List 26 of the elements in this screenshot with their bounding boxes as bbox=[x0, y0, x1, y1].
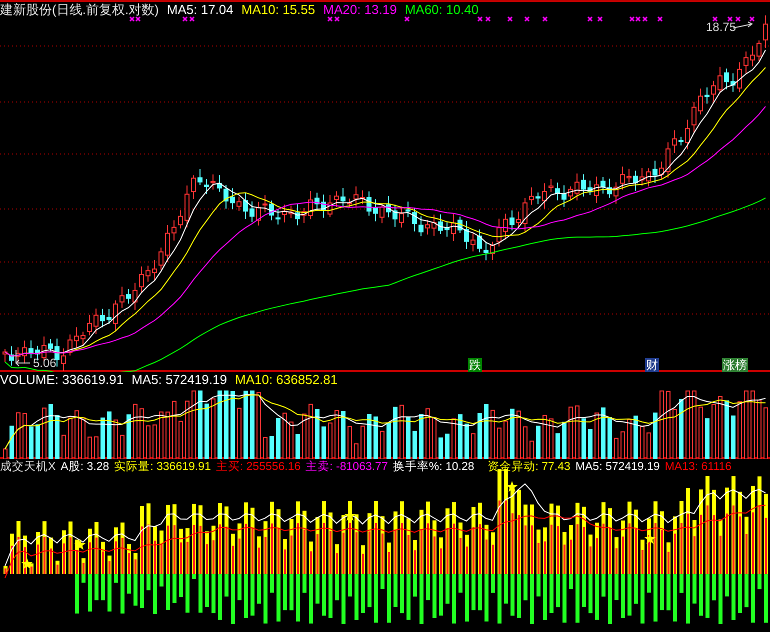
pointer-arrow-icon bbox=[15, 350, 30, 366]
indicator-value: MA60: 10.40 bbox=[404, 2, 479, 18]
indicator-value: MA5: 572419.19 bbox=[575, 460, 660, 475]
indicator-value: MA20: 13.19 bbox=[323, 2, 397, 18]
star-icon bbox=[21, 558, 33, 569]
indicator-value: 主买: 255556.16 bbox=[216, 459, 301, 475]
indicator-value: 换手率%: 10.28 bbox=[392, 459, 474, 475]
indicator-value: MA5: 572419.19 bbox=[132, 372, 227, 388]
low-price-label: 5.06 bbox=[33, 356, 56, 370]
event-tag: 涨榜 bbox=[722, 358, 748, 372]
event-tag: 跌 bbox=[468, 358, 482, 372]
indicator-value: 主卖: -81063.77 bbox=[306, 459, 388, 475]
indicator-value: MA10: 15.55 bbox=[241, 2, 316, 18]
indicator-value: MA13: 61116 bbox=[664, 460, 732, 475]
indicator-value: MA5: 17.04 bbox=[166, 2, 234, 18]
event-tag: 财 bbox=[645, 358, 659, 372]
chart-title: 建新股份(日线.前复权.对数) bbox=[0, 2, 159, 18]
star-icon bbox=[74, 539, 86, 550]
indicator-value: MA10: 636852.81 bbox=[234, 372, 338, 388]
star-icon bbox=[506, 481, 518, 492]
indicator-title: 成交天机X bbox=[0, 459, 56, 475]
indicator-value: A股: 3.28 bbox=[60, 460, 110, 475]
star-icon bbox=[644, 533, 656, 544]
indicator-value: 实际量: 336619.91 bbox=[114, 459, 211, 475]
indicator-value: VOLUME: 336619.91 bbox=[0, 372, 124, 388]
high-price-label: 18.75 bbox=[706, 20, 736, 34]
